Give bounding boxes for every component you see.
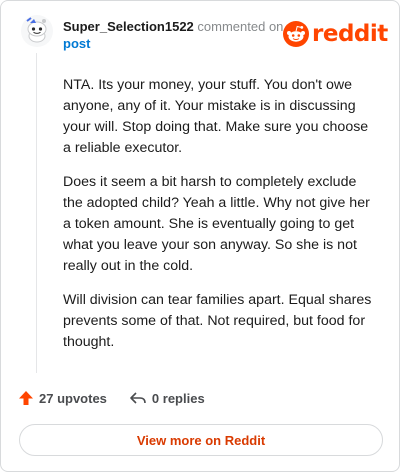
reply-count[interactable]: 0 replies [129,390,205,406]
upvote-label: 27 upvotes [39,390,107,406]
comment-paragraph: NTA. Its your money, your stuff. You don… [63,77,369,156]
snoo-avatar-icon[interactable] [21,15,53,47]
username-link[interactable]: Super_Selection1522 [63,19,194,34]
comment-footer: 27 upvotes 0 replies [18,390,205,406]
reply-label: 0 replies [151,390,205,406]
comment-paragraph: Does it seem a bit harsh to completely e… [63,174,370,274]
thread-line [36,53,37,373]
comment-header: Super_Selection1522 commented on post [63,18,288,52]
reddit-snoo-logo-icon [283,21,309,47]
reddit-logo[interactable]: reddit [283,21,388,47]
reddit-wordmark: reddit [312,21,388,47]
view-more-button[interactable]: View more on Reddit [19,424,383,456]
comment-body: NTA. Its your money, your stuff. You don… [63,75,373,366]
comment-paragraph: Will division can tear families apart. E… [63,292,372,350]
reply-arrow-icon [130,392,146,404]
upvote-arrow-icon [19,391,33,405]
upvote-count[interactable]: 27 upvotes [18,390,107,406]
post-link[interactable]: post [63,36,90,51]
action-text: commented on [193,19,284,34]
embedded-comment-card: Super_Selection1522 commented on post re… [0,0,400,472]
